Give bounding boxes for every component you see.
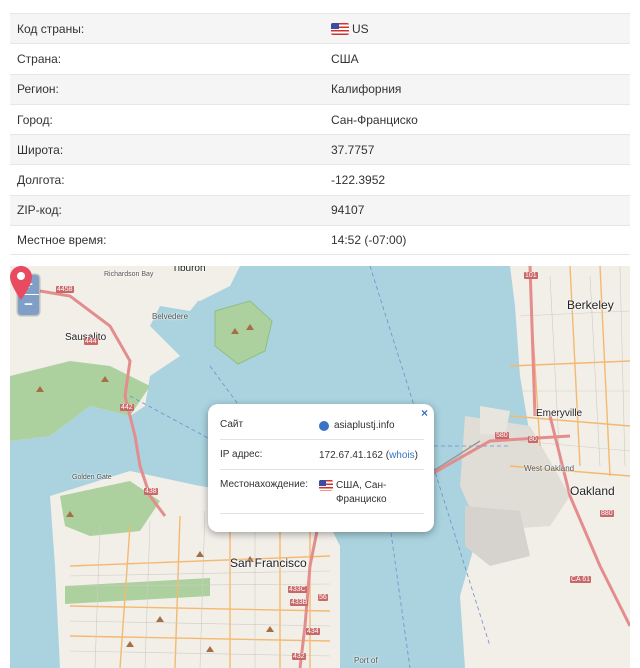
info-row-country: Страна: США xyxy=(10,43,630,73)
map-label-emeryville: Emeryville xyxy=(536,408,583,419)
route-badge-580: 580 xyxy=(495,432,509,439)
country-code-label: Код страны: xyxy=(17,21,85,36)
map-label-port-of: Port of xyxy=(354,656,378,665)
country-value: США xyxy=(331,51,359,66)
route-badge-432: 432 xyxy=(292,653,306,660)
zip-value: 94107 xyxy=(331,203,365,218)
location-map[interactable]: San Francisco Sausalito Belvedere Tiburo… xyxy=(10,266,630,668)
longitude-value: -122.3952 xyxy=(331,173,386,188)
map-label-tiburon: Tiburon xyxy=(172,266,206,274)
route-badge-433c: 433C xyxy=(288,586,307,593)
popup-row-location: Местонахождение: США, Сан-Франциско xyxy=(220,470,424,514)
city-label: Город: xyxy=(17,112,53,127)
us-flag-icon xyxy=(319,480,333,491)
route-badge-101: 101 xyxy=(524,272,538,279)
popup-location-value: США, Сан-Франциско xyxy=(335,480,387,505)
info-row-region: Регион: Калифорния xyxy=(10,73,630,104)
local-time-value: 14:52 (-07:00) xyxy=(331,233,407,248)
country-label: Страна: xyxy=(17,51,62,66)
longitude-label: Долгота: xyxy=(17,173,65,188)
route-badge-434: 434 xyxy=(306,628,320,635)
popup-site-value: asiaplustj.info xyxy=(334,420,395,431)
map-label-berkeley: Berkeley xyxy=(567,298,614,312)
info-row-zip: ZIP-код: 94107 xyxy=(10,194,630,226)
latitude-label: Широта: xyxy=(17,142,64,157)
country-code-value: US xyxy=(330,22,369,36)
city-value: Сан-Франциско xyxy=(331,112,418,127)
location-marker-icon[interactable] xyxy=(10,266,32,300)
info-row-latitude: Широта: 37.7757 xyxy=(10,134,630,165)
info-row-city: Город: Сан-Франциско xyxy=(10,103,630,134)
location-popup: × Сайт asiaplustj.info IP адрес: 172.67.… xyxy=(208,404,434,532)
route-badge-56: 56 xyxy=(318,594,328,601)
route-badge-4458: 4458 xyxy=(56,286,74,293)
route-badge-444: 444 xyxy=(84,338,98,345)
popup-location-label: Местонахождение: xyxy=(220,479,308,490)
map-label-west-oakland: West Oakland xyxy=(524,464,575,473)
local-time-label: Местное время: xyxy=(17,233,107,248)
info-row-longitude: Долгота: -122.3952 xyxy=(10,164,630,194)
popup-ip-close: ) xyxy=(414,450,418,461)
info-row-local-time: Местное время: 14:52 (-07:00) xyxy=(10,225,630,256)
route-badge-880: 880 xyxy=(600,510,614,517)
popup-close-button[interactable]: × xyxy=(421,406,428,420)
region-label: Регион: xyxy=(17,82,59,97)
popup-site-label: Сайт xyxy=(220,419,244,430)
map-label-oakland: Oakland xyxy=(570,484,615,498)
globe-icon xyxy=(319,421,329,431)
route-badge-438: 438 xyxy=(144,488,158,495)
map-label-golden-gate: Golden Gate xyxy=(72,474,112,481)
popup-row-ip: IP адрес: 172.67.41.162 (whois) xyxy=(220,440,424,470)
route-badge-ca61: CA 61 xyxy=(570,576,592,583)
route-badge-80: 80 xyxy=(528,436,538,443)
map-label-san-francisco: San Francisco xyxy=(230,556,307,570)
ip-info-table: Код страны: US Страна: США Регион: Калиф… xyxy=(10,13,630,256)
popup-ip-value: 172.67.41.162 ( xyxy=(319,450,390,461)
route-badge-433b: 433B xyxy=(290,599,309,606)
map-label-belvedere: Belvedere xyxy=(152,312,189,321)
route-badge-442: 442 xyxy=(120,404,134,411)
us-flag-icon xyxy=(331,22,349,35)
popup-row-site: Сайт asiaplustj.info xyxy=(220,410,424,440)
latitude-value: 37.7757 xyxy=(331,142,375,157)
whois-link[interactable]: whois xyxy=(389,449,415,463)
info-row-country-code: Код страны: US xyxy=(10,13,630,44)
popup-ip-label: IP адрес: xyxy=(220,449,263,460)
region-value: Калифорния xyxy=(331,82,402,97)
map-label-richardson-bay: Richardson Bay xyxy=(104,271,154,278)
zip-label: ZIP-код: xyxy=(17,203,62,218)
